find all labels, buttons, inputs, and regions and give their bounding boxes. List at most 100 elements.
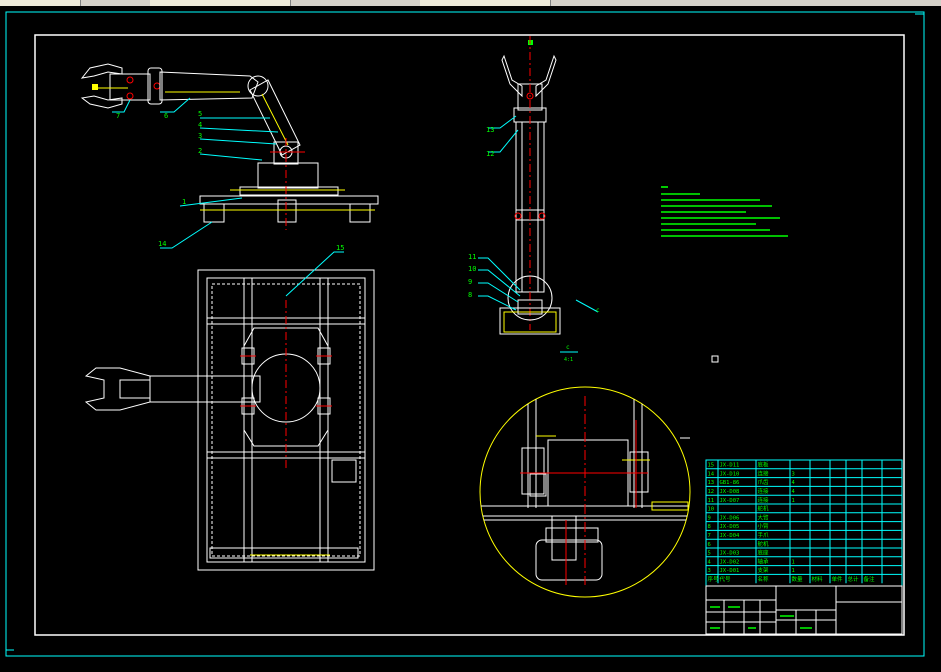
label-2: 2: [198, 147, 202, 155]
parts-table-cell: 连接: [758, 496, 770, 504]
plan-gripper: [84, 367, 151, 411]
parts-table-cell: 1: [792, 498, 795, 504]
parts-table-cell: 4: [792, 480, 796, 486]
parts-table-header-cell: 序号: [708, 575, 720, 583]
parts-table-cell: JX-D03: [720, 551, 740, 557]
inner-frame: [34, 34, 905, 636]
detail-shaft: [551, 515, 577, 561]
leader-4: [199, 127, 279, 133]
parts-table-cell: 底座: [758, 549, 770, 557]
leader-2: [199, 153, 263, 161]
label-9: 9: [468, 278, 472, 286]
label-11: 11: [468, 253, 476, 261]
gripper-marker: [92, 84, 98, 90]
side-gripper-right: [535, 54, 557, 98]
parts-table-cell: GB1-86: [720, 480, 740, 486]
label-1: 1: [182, 198, 186, 206]
side-gripper-left: [501, 54, 523, 98]
label-7: 7: [116, 112, 120, 120]
detail-bracket: [521, 447, 545, 495]
parts-table-cell: JX-D10: [720, 471, 740, 477]
parts-table-header-cell: 名称: [758, 575, 770, 583]
parts-table-cell: 13: [708, 480, 715, 486]
detail-bracket: [629, 451, 649, 493]
upper-arm-rod: [261, 93, 289, 146]
parts-table-cell: 连接: [758, 487, 770, 495]
leader-11: [478, 257, 521, 291]
parts-table-cell: 轴承: [758, 557, 770, 565]
parts-table-cell: 大臂: [758, 513, 770, 521]
section-leader-c: [575, 299, 599, 313]
parts-table-cell: 舵机: [758, 505, 770, 513]
label-5: 5: [198, 110, 202, 118]
label-13: 13: [486, 126, 494, 134]
parts-table-cell: 5: [708, 551, 711, 557]
parts-table-header-cell: 备注: [864, 575, 876, 583]
detail-view[interactable]: [479, 380, 691, 598]
gripper-pin: [126, 92, 134, 100]
label-8: 8: [468, 291, 472, 299]
outer-frame: [5, 11, 925, 657]
section-letter: c: [596, 307, 600, 314]
parts-table-cell: 8: [708, 524, 711, 530]
parts-table-header-cell: 单件: [832, 575, 844, 583]
elevation-view[interactable]: 7 6 5 4 3 2 1 14: [80, 63, 379, 249]
gripper-jaw-upper: [80, 63, 123, 79]
gripper-pin: [153, 82, 161, 90]
parts-table-cell: 9: [708, 515, 711, 521]
parts-table-cell: 10: [708, 507, 715, 513]
base-column: [257, 162, 319, 189]
parts-table-border: [705, 459, 903, 587]
parts-table-cell: JX-D06: [720, 515, 740, 521]
label-4: 4: [198, 121, 202, 129]
parts-table-cell: 7: [708, 533, 711, 539]
parts-table-cell: JX-D01: [720, 568, 740, 574]
base-bearing: [277, 199, 297, 223]
cursor-box[interactable]: [711, 355, 719, 363]
label-15: 15: [336, 244, 344, 252]
parts-table-cell: 1: [792, 559, 795, 565]
plan-view[interactable]: 15: [84, 244, 375, 571]
label-12: 12: [486, 150, 494, 158]
parts-table-cell: 11: [708, 498, 715, 504]
forearm: [159, 71, 259, 101]
section-scale-top: c: [566, 344, 570, 351]
foot-left: [203, 203, 225, 223]
parts-table-cell: 14: [708, 471, 715, 477]
cad-drawing-canvas[interactable]: 7 6 5 4 3 2 1 14 15 13 12 11 10 9 8 c c …: [0, 6, 941, 672]
parts-table-cell: 连接: [758, 469, 770, 477]
side-view[interactable]: 13 12 11 10 9 8 c c 4:1: [468, 36, 600, 363]
parts-table-cell: 6: [708, 542, 711, 548]
plan-gripper-block: [119, 379, 151, 399]
foot-right: [349, 203, 371, 223]
parts-table-cell: 底板: [758, 461, 770, 469]
parts-table-cell: JX-D04: [720, 533, 741, 539]
parts-table-header-cell: 材料: [812, 575, 824, 583]
parts-table-cell: 舵机: [758, 540, 770, 548]
label-6: 6: [164, 112, 168, 120]
leader-14: [160, 221, 213, 249]
gripper-pin: [126, 76, 134, 84]
leader-1: [179, 197, 243, 207]
leader-15: [285, 251, 344, 297]
parts-table-cell: JX-D07: [720, 498, 740, 504]
parts-table-cell: JX-D11: [720, 463, 740, 469]
parts-table-cell: JX-D05: [720, 524, 740, 530]
parts-table[interactable]: 15 JX-D11 底板14 JX-D10 连接 313 GB1-86 爪齿 412 JX-D08…: [705, 459, 903, 587]
label-14: 14: [158, 240, 166, 248]
parts-table-cell: JX-D02: [720, 559, 740, 565]
parts-table-cell: 3: [792, 471, 795, 477]
parts-table-header-cell: 总计: [848, 575, 860, 583]
parts-table-cell: 15: [708, 463, 715, 469]
label-3: 3: [198, 132, 202, 140]
parts-table-cell: 支架: [758, 566, 770, 574]
title-block[interactable]: [705, 585, 903, 635]
parts-table-cell: 爪齿: [758, 479, 770, 486]
parts-table-header-cell: 代号: [720, 575, 732, 583]
parts-table-cell: 12: [708, 489, 715, 495]
parts-table-cell: 1: [792, 568, 795, 574]
section-scale-bottom: 4:1: [564, 357, 573, 363]
parts-table-header-cell: 数量: [792, 575, 804, 583]
parts-table-cell: 3: [708, 568, 711, 574]
parts-table-cell: 4: [708, 559, 712, 565]
